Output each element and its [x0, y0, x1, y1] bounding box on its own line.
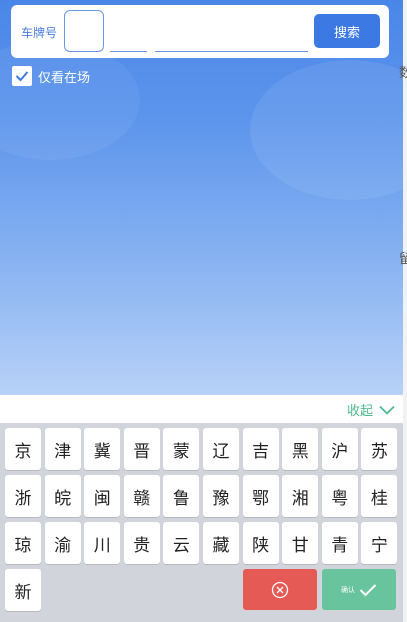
key-button[interactable]: 蒙 [163, 428, 200, 470]
key-button[interactable]: 晋 [123, 428, 160, 470]
key-button[interactable]: 湘 [282, 475, 319, 517]
checkbox[interactable] [12, 66, 32, 86]
key-button[interactable]: 辽 [203, 428, 239, 470]
key-button[interactable]: 苏 [361, 428, 398, 470]
plate-number-input[interactable] [155, 10, 308, 52]
key-button[interactable]: 青 [321, 522, 358, 564]
key-button[interactable]: 鲁 [163, 475, 200, 517]
plate-letter-input[interactable] [110, 10, 147, 52]
key-button[interactable]: 豫 [203, 475, 239, 517]
collapse-button[interactable]: 收起 [347, 400, 395, 419]
edge-glyph: 数 [399, 66, 407, 81]
key-button[interactable]: 吉 [242, 428, 279, 470]
key-button[interactable]: 新 [5, 569, 41, 611]
search-card: 车牌号 搜索 [11, 5, 389, 58]
delete-key[interactable] [243, 569, 317, 610]
key-button[interactable]: 川 [84, 522, 121, 564]
edge-strip [403, 0, 407, 622]
confirm-key[interactable]: 确认 [322, 569, 396, 610]
header-background [0, 0, 403, 395]
only-in-lot-label: 仅看在场 [38, 70, 91, 86]
key-button[interactable]: 皖 [44, 475, 81, 517]
background-decoration [0, 40, 140, 160]
chevron-down-icon [379, 405, 395, 415]
key-button[interactable]: 粤 [321, 475, 358, 517]
confirm-label: 确认 [341, 585, 355, 594]
key-button[interactable]: 云 [163, 522, 200, 564]
background-decoration [250, 60, 403, 200]
collapse-label: 收起 [346, 404, 373, 419]
plate-keyboard: 京津冀晋蒙辽吉黑沪苏浙皖闽赣鲁豫鄂湘粤桂琼渝川贵云藏陕甘青宁新 确认 [0, 423, 403, 622]
key-button[interactable]: 浙 [5, 475, 41, 517]
key-button[interactable]: 贵 [123, 522, 160, 564]
keyboard-toolbar: 收起 [0, 395, 403, 423]
checkmark-icon [15, 71, 29, 82]
edge-glyph: 留 [399, 252, 407, 267]
key-button[interactable]: 宁 [361, 522, 398, 564]
key-button[interactable]: 琼 [5, 522, 41, 564]
key-button[interactable]: 京 [5, 428, 41, 470]
delete-icon [271, 581, 289, 598]
key-button[interactable]: 黑 [282, 428, 319, 470]
key-button[interactable]: 藏 [203, 522, 239, 564]
key-button[interactable]: 陕 [242, 522, 279, 564]
key-button[interactable]: 津 [44, 428, 81, 470]
key-button[interactable]: 赣 [123, 475, 160, 517]
key-button[interactable]: 桂 [361, 475, 398, 517]
check-icon [359, 583, 377, 596]
key-button[interactable]: 鄂 [242, 475, 279, 517]
key-button[interactable]: 冀 [84, 428, 121, 470]
key-button[interactable]: 渝 [44, 522, 81, 564]
key-button[interactable]: 甘 [282, 522, 319, 564]
plate-label: 车牌号 [21, 26, 58, 40]
plate-province-input[interactable] [64, 10, 104, 52]
key-button[interactable]: 闽 [84, 475, 121, 517]
only-in-lot-toggle[interactable]: 仅看在场 [12, 66, 90, 86]
key-button[interactable]: 沪 [321, 428, 358, 470]
search-button[interactable]: 搜索 [314, 14, 380, 48]
